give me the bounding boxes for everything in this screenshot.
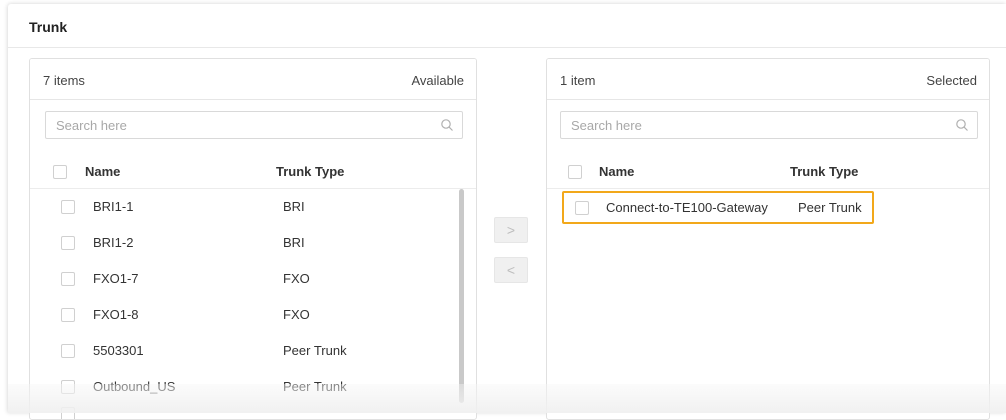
table-row[interactable]: FXO1-8 FXO: [30, 297, 476, 333]
trunk-name: BRI1-1: [93, 199, 134, 214]
move-right-button[interactable]: >: [494, 217, 528, 243]
available-scrollbar[interactable]: [459, 189, 464, 403]
search-icon[interactable]: [955, 118, 969, 132]
available-table-header: Name Trunk Type: [30, 157, 476, 187]
highlight-box: [562, 191, 874, 224]
trunk-name: FXO1-7: [93, 271, 139, 286]
selected-search[interactable]: [560, 111, 978, 139]
available-list-panel: 7 items Available Name Trunk Type BRI1-1…: [29, 58, 477, 420]
bottom-fade: [8, 384, 1006, 413]
available-status: Available: [411, 73, 464, 88]
available-col-name: Name: [85, 164, 121, 179]
selected-search-input[interactable]: [561, 112, 951, 138]
available-panel-header: 7 items Available: [30, 59, 476, 100]
trunk-type: FXO: [283, 307, 310, 322]
selected-select-all-checkbox[interactable]: [568, 165, 582, 179]
available-select-all-checkbox[interactable]: [53, 165, 67, 179]
selected-count: 1 item: [560, 73, 596, 88]
row-checkbox[interactable]: [61, 344, 75, 358]
trunk-type: BRI: [283, 235, 305, 250]
trunk-type: BRI: [283, 199, 305, 214]
trunk-name: FXO1-8: [93, 307, 139, 322]
row-checkbox[interactable]: [61, 272, 75, 286]
selected-col-type: Trunk Type: [790, 164, 859, 179]
table-row[interactable]: 5503301 Peer Trunk: [30, 333, 476, 369]
trunk-name: 5503301: [93, 343, 144, 358]
selected-list-panel: 1 item Selected Name Trunk Type Connect-…: [546, 58, 990, 420]
available-col-type: Trunk Type: [276, 164, 345, 179]
trunk-name: BRI1-2: [93, 235, 134, 250]
selected-table-header: Name Trunk Type: [547, 157, 989, 187]
selected-header-divider: [547, 188, 989, 189]
selected-col-name: Name: [599, 164, 635, 179]
table-row[interactable]: BRI1-2 BRI: [30, 225, 476, 261]
row-checkbox[interactable]: [61, 200, 75, 214]
available-search-input[interactable]: [46, 112, 436, 138]
table-row[interactable]: BRI1-1 BRI: [30, 189, 476, 225]
move-left-button[interactable]: <: [494, 257, 528, 283]
table-row[interactable]: FXO1-7 FXO: [30, 261, 476, 297]
section-title: Trunk: [29, 19, 68, 35]
trunk-type: Peer Trunk: [283, 343, 347, 358]
available-count: 7 items: [43, 73, 85, 88]
search-icon[interactable]: [440, 118, 454, 132]
selected-panel-header: 1 item Selected: [547, 59, 989, 100]
available-search[interactable]: [45, 111, 463, 139]
row-checkbox[interactable]: [61, 236, 75, 250]
header-divider: [8, 47, 1006, 48]
row-checkbox[interactable]: [61, 308, 75, 322]
trunk-type: FXO: [283, 271, 310, 286]
selected-status: Selected: [926, 73, 977, 88]
